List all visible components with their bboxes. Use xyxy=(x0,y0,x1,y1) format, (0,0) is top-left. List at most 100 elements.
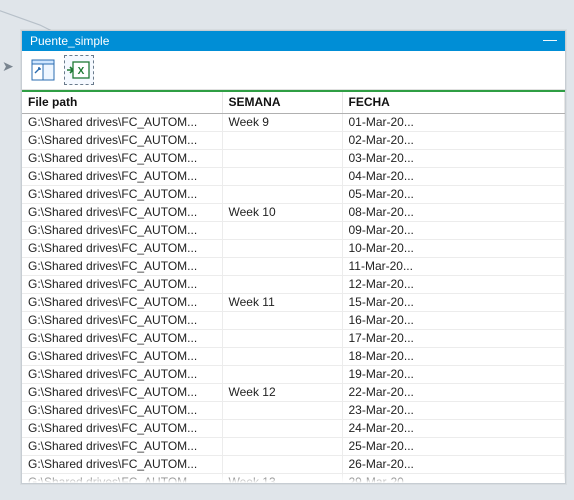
toolbar: X xyxy=(22,51,565,90)
cell-file[interactable]: G:\Shared drives\FC_AUTOM... xyxy=(22,384,222,402)
table-row[interactable]: G:\Shared drives\FC_AUTOM... 10-Mar-20... xyxy=(22,240,565,258)
table-row[interactable]: G:\Shared drives\FC_AUTOM... 05-Mar-20... xyxy=(22,186,565,204)
col-header-semana[interactable]: SEMANA xyxy=(222,91,342,114)
cell-semana[interactable] xyxy=(222,132,342,150)
table-row[interactable]: G:\Shared drives\FC_AUTOM... 03-Mar-20... xyxy=(22,150,565,168)
cell-semana[interactable]: Week 12 xyxy=(222,384,342,402)
cell-file[interactable]: G:\Shared drives\FC_AUTOM... xyxy=(22,474,222,484)
col-header-fecha[interactable]: FECHA xyxy=(342,91,565,114)
cell-fecha[interactable]: 11-Mar-20... xyxy=(342,258,565,276)
cell-semana[interactable] xyxy=(222,276,342,294)
cell-fecha[interactable]: 03-Mar-20... xyxy=(342,150,565,168)
cell-fecha[interactable]: 02-Mar-20... xyxy=(342,132,565,150)
table-row[interactable]: G:\Shared drives\FC_AUTOM...Week 1115-Ma… xyxy=(22,294,565,312)
results-window: Puente_simple — X xyxy=(21,30,566,484)
cell-file[interactable]: G:\Shared drives\FC_AUTOM... xyxy=(22,438,222,456)
cell-file[interactable]: G:\Shared drives\FC_AUTOM... xyxy=(22,312,222,330)
table-row[interactable]: G:\Shared drives\FC_AUTOM... 19-Mar-20... xyxy=(22,366,565,384)
cell-fecha[interactable]: 24-Mar-20... xyxy=(342,420,565,438)
table-row[interactable]: G:\Shared drives\FC_AUTOM... 11-Mar-20... xyxy=(22,258,565,276)
cell-semana[interactable] xyxy=(222,150,342,168)
connector-arrow-icon: ➤ xyxy=(2,58,14,75)
cell-file[interactable]: G:\Shared drives\FC_AUTOM... xyxy=(22,204,222,222)
table-row[interactable]: G:\Shared drives\FC_AUTOM... 26-Mar-20... xyxy=(22,456,565,474)
cell-semana[interactable] xyxy=(222,366,342,384)
cell-fecha[interactable]: 18-Mar-20... xyxy=(342,348,565,366)
cell-fecha[interactable]: 08-Mar-20... xyxy=(342,204,565,222)
cell-fecha[interactable]: 15-Mar-20... xyxy=(342,294,565,312)
table-row[interactable]: G:\Shared drives\FC_AUTOM...Week 1222-Ma… xyxy=(22,384,565,402)
cell-file[interactable]: G:\Shared drives\FC_AUTOM... xyxy=(22,114,222,132)
cell-semana[interactable] xyxy=(222,402,342,420)
cell-semana[interactable]: Week 13 xyxy=(222,474,342,484)
cell-file[interactable]: G:\Shared drives\FC_AUTOM... xyxy=(22,132,222,150)
cell-file[interactable]: G:\Shared drives\FC_AUTOM... xyxy=(22,258,222,276)
cell-file[interactable]: G:\Shared drives\FC_AUTOM... xyxy=(22,456,222,474)
table-row[interactable]: G:\Shared drives\FC_AUTOM... 24-Mar-20... xyxy=(22,420,565,438)
table-row[interactable]: G:\Shared drives\FC_AUTOM... 09-Mar-20... xyxy=(22,222,565,240)
cell-fecha[interactable]: 25-Mar-20... xyxy=(342,438,565,456)
cell-semana[interactable] xyxy=(222,312,342,330)
cell-fecha[interactable]: 04-Mar-20... xyxy=(342,168,565,186)
cell-file[interactable]: G:\Shared drives\FC_AUTOM... xyxy=(22,186,222,204)
cell-semana[interactable]: Week 10 xyxy=(222,204,342,222)
table-row[interactable]: G:\Shared drives\FC_AUTOM... 16-Mar-20... xyxy=(22,312,565,330)
cell-semana[interactable] xyxy=(222,258,342,276)
cell-file[interactable]: G:\Shared drives\FC_AUTOM... xyxy=(22,222,222,240)
cell-fecha[interactable]: 16-Mar-20... xyxy=(342,312,565,330)
cell-fecha[interactable]: 10-Mar-20... xyxy=(342,240,565,258)
cell-file[interactable]: G:\Shared drives\FC_AUTOM... xyxy=(22,168,222,186)
export-excel-button[interactable]: X xyxy=(64,55,94,85)
cell-semana[interactable] xyxy=(222,420,342,438)
cell-semana[interactable] xyxy=(222,240,342,258)
table-row[interactable]: G:\Shared drives\FC_AUTOM... 02-Mar-20... xyxy=(22,132,565,150)
table-row[interactable]: G:\Shared drives\FC_AUTOM...Week 1008-Ma… xyxy=(22,204,565,222)
cell-semana[interactable] xyxy=(222,348,342,366)
cell-semana[interactable] xyxy=(222,222,342,240)
table-row[interactable]: G:\Shared drives\FC_AUTOM...Week 901-Mar… xyxy=(22,114,565,132)
browse-pane-button[interactable] xyxy=(28,55,58,85)
window-title: Puente_simple xyxy=(30,31,109,51)
cell-fecha[interactable]: 12-Mar-20... xyxy=(342,276,565,294)
cell-file[interactable]: G:\Shared drives\FC_AUTOM... xyxy=(22,402,222,420)
cell-file[interactable]: G:\Shared drives\FC_AUTOM... xyxy=(22,366,222,384)
export-excel-icon: X xyxy=(67,59,91,81)
cell-semana[interactable] xyxy=(222,330,342,348)
cell-semana[interactable] xyxy=(222,438,342,456)
cell-fecha[interactable]: 22-Mar-20... xyxy=(342,384,565,402)
cell-semana[interactable]: Week 11 xyxy=(222,294,342,312)
cell-semana[interactable] xyxy=(222,186,342,204)
cell-file[interactable]: G:\Shared drives\FC_AUTOM... xyxy=(22,348,222,366)
cell-file[interactable]: G:\Shared drives\FC_AUTOM... xyxy=(22,276,222,294)
cell-file[interactable]: G:\Shared drives\FC_AUTOM... xyxy=(22,240,222,258)
cell-fecha[interactable]: 05-Mar-20... xyxy=(342,186,565,204)
cell-fecha[interactable]: 17-Mar-20... xyxy=(342,330,565,348)
table-row[interactable]: G:\Shared drives\FC_AUTOM...Week 1329-Ma… xyxy=(22,474,565,484)
header-row[interactable]: File path SEMANA FECHA xyxy=(22,91,565,114)
window-titlebar[interactable]: Puente_simple — xyxy=(22,31,565,51)
table-row[interactable]: G:\Shared drives\FC_AUTOM... 04-Mar-20... xyxy=(22,168,565,186)
cell-semana[interactable]: Week 9 xyxy=(222,114,342,132)
workflow-canvas: ➤ Puente_simple — X xyxy=(0,0,574,500)
cell-semana[interactable] xyxy=(222,456,342,474)
cell-fecha[interactable]: 26-Mar-20... xyxy=(342,456,565,474)
cell-fecha[interactable]: 19-Mar-20... xyxy=(342,366,565,384)
table-row[interactable]: G:\Shared drives\FC_AUTOM... 12-Mar-20... xyxy=(22,276,565,294)
cell-file[interactable]: G:\Shared drives\FC_AUTOM... xyxy=(22,420,222,438)
browse-pane-icon xyxy=(31,59,55,81)
cell-fecha[interactable]: 23-Mar-20... xyxy=(342,402,565,420)
data-grid[interactable]: File path SEMANA FECHA G:\Shared drives\… xyxy=(22,90,565,483)
cell-fecha[interactable]: 09-Mar-20... xyxy=(342,222,565,240)
minimize-button[interactable]: — xyxy=(543,34,557,48)
cell-fecha[interactable]: 29-Mar-20... xyxy=(342,474,565,484)
table-row[interactable]: G:\Shared drives\FC_AUTOM... 23-Mar-20... xyxy=(22,402,565,420)
table-row[interactable]: G:\Shared drives\FC_AUTOM... 25-Mar-20... xyxy=(22,438,565,456)
col-header-file[interactable]: File path xyxy=(22,91,222,114)
cell-file[interactable]: G:\Shared drives\FC_AUTOM... xyxy=(22,150,222,168)
cell-semana[interactable] xyxy=(222,168,342,186)
table-row[interactable]: G:\Shared drives\FC_AUTOM... 17-Mar-20... xyxy=(22,330,565,348)
cell-fecha[interactable]: 01-Mar-20... xyxy=(342,114,565,132)
cell-file[interactable]: G:\Shared drives\FC_AUTOM... xyxy=(22,330,222,348)
cell-file[interactable]: G:\Shared drives\FC_AUTOM... xyxy=(22,294,222,312)
table-row[interactable]: G:\Shared drives\FC_AUTOM... 18-Mar-20... xyxy=(22,348,565,366)
